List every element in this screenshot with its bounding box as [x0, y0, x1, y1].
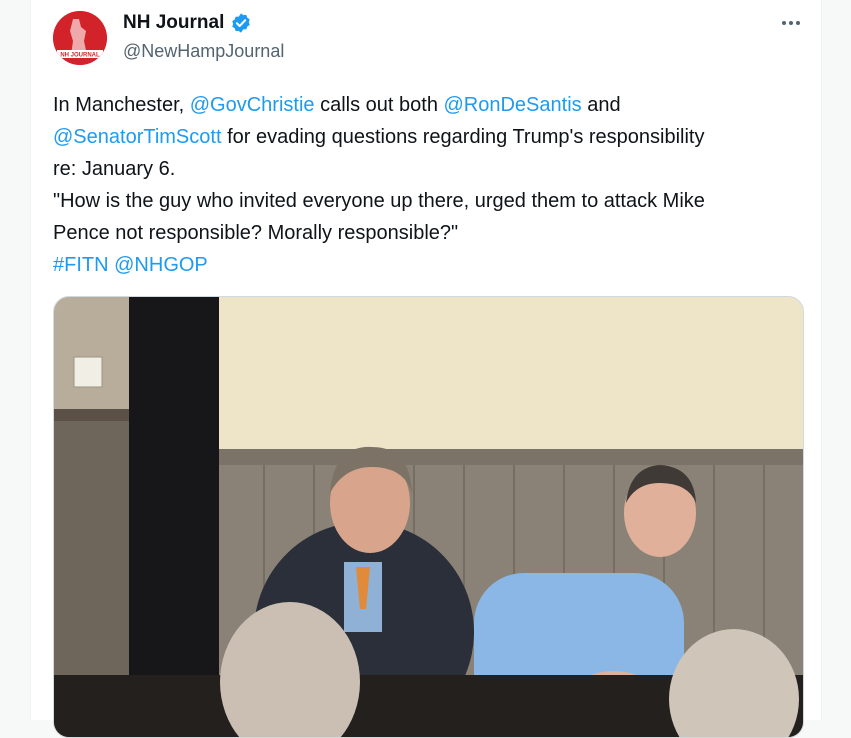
- tweet-photo[interactable]: [53, 296, 804, 738]
- more-options-icon[interactable]: [772, 8, 810, 38]
- logo-text: NH JOURNAL: [60, 53, 100, 59]
- tweet-text-line: #FITN @NHGOP: [53, 249, 813, 281]
- tweet-text-segment: and: [581, 94, 621, 116]
- tweet-text-line: In Manchester, @GovChristie calls out bo…: [53, 89, 813, 121]
- mention-link[interactable]: @NHGOP: [114, 254, 208, 276]
- tweet-text-line: Pence not responsible? Morally responsib…: [53, 217, 813, 249]
- nh-journal-logo: NH JOURNAL: [53, 11, 107, 65]
- tweet-text-line: @SenatorTimScott for evading questions r…: [53, 121, 813, 153]
- tweet-text-line: re: January 6.: [53, 153, 813, 185]
- verified-badge-icon[interactable]: [230, 12, 252, 34]
- tweet-text-line: "How is the guy who invited everyone up …: [53, 185, 813, 217]
- tweet-text: In Manchester, @GovChristie calls out bo…: [53, 89, 813, 281]
- tweet-text-segment: re: January 6.: [53, 158, 176, 180]
- mention-link[interactable]: @GovChristie: [190, 94, 315, 116]
- tweet-text-segment: Pence not responsible? Morally responsib…: [53, 222, 459, 244]
- display-name[interactable]: NH Journal: [123, 12, 224, 34]
- tweet-card: NH JOURNAL NH Journal @NewHampJournal In…: [30, 0, 822, 738]
- tweet-text-segment: "How is the guy who invited everyone up …: [53, 190, 705, 212]
- tweet-text-segment: calls out both: [314, 94, 444, 116]
- name-row: NH Journal: [123, 12, 252, 34]
- account-handle[interactable]: @NewHampJournal: [123, 41, 284, 62]
- photo-image: [54, 297, 803, 737]
- tweet-text-segment: for evading questions regarding Trump's …: [221, 126, 705, 148]
- mention-link[interactable]: #FITN: [53, 254, 109, 276]
- avatar[interactable]: NH JOURNAL: [53, 11, 107, 65]
- tweet-text-segment: In Manchester,: [53, 94, 190, 116]
- mention-link[interactable]: @RonDeSantis: [444, 94, 582, 116]
- mention-link[interactable]: @SenatorTimScott: [53, 126, 222, 148]
